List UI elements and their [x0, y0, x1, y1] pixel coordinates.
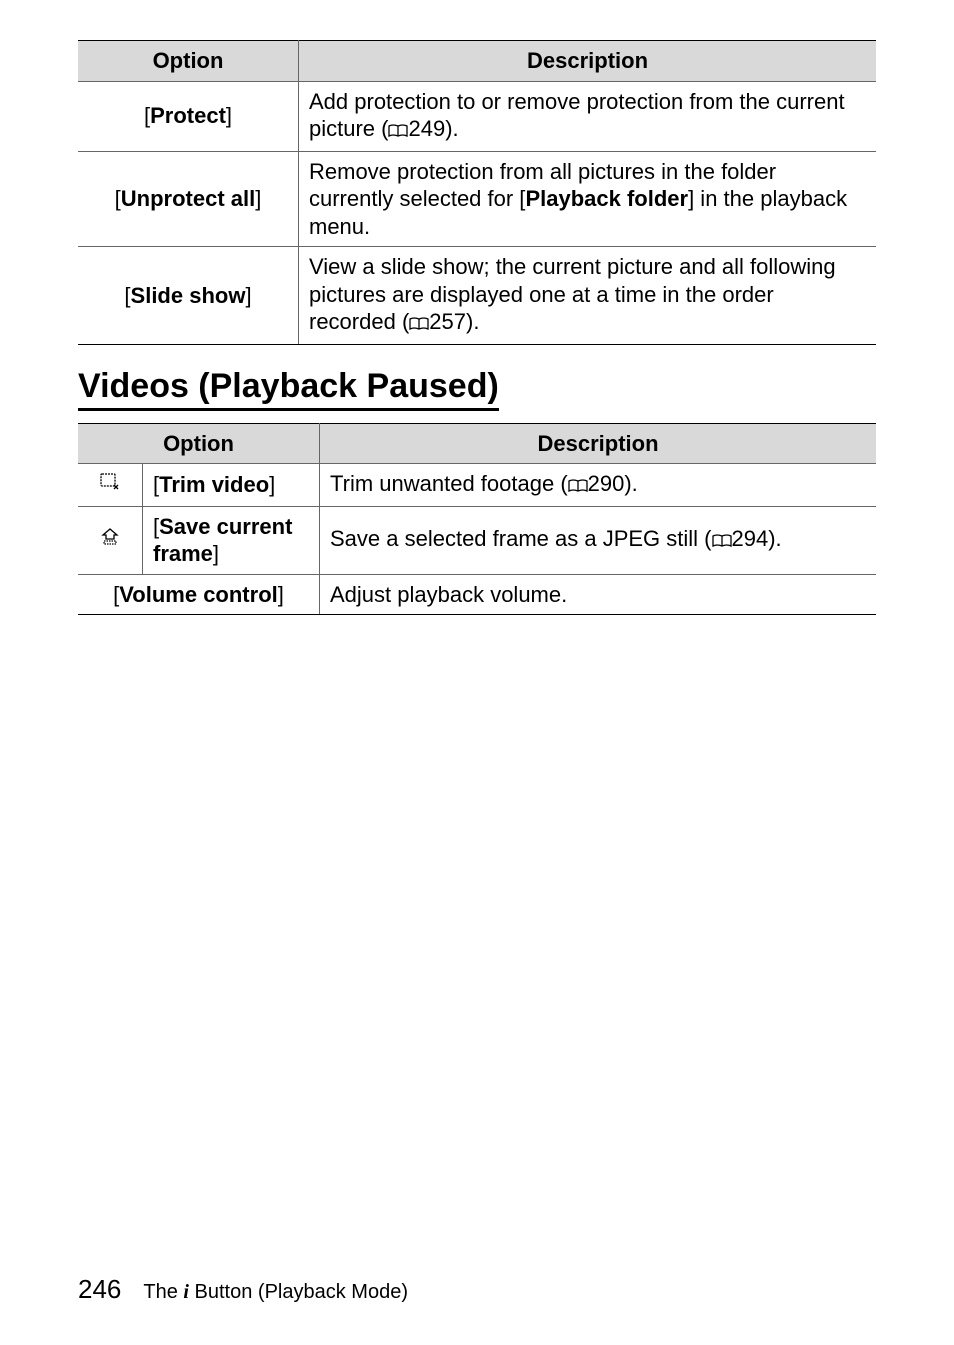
- options-table-1: Option Description [Protect] Add protect…: [78, 40, 876, 345]
- desc-text: Save a selected frame as a JPEG still (: [330, 526, 712, 551]
- header-option: Option: [78, 41, 299, 82]
- description-cell-slide-show: View a slide show; the current picture a…: [299, 247, 877, 345]
- table-header-row: Option Description: [78, 423, 876, 464]
- desc-page: 249).: [408, 116, 458, 141]
- table-row: [Slide show] View a slide show; the curr…: [78, 247, 876, 345]
- bracket-close: ]: [255, 186, 261, 211]
- header-description: Description: [299, 41, 877, 82]
- description-cell-protect: Add protection to or remove protection f…: [299, 81, 877, 151]
- description-cell-unprotect-all: Remove protection from all pictures in t…: [299, 151, 877, 247]
- bracket-close: ]: [245, 283, 251, 308]
- option-cell-volume-control: [Volume control]: [78, 574, 320, 615]
- book-icon: [712, 527, 732, 555]
- desc-page: 294).: [732, 526, 782, 551]
- table-row: [Volume control] Adjust playback volume.: [78, 574, 876, 615]
- book-icon: [409, 310, 429, 338]
- option-label: Protect: [150, 103, 226, 128]
- header-option: Option: [78, 423, 320, 464]
- icon-cell-trim: [78, 464, 143, 507]
- options-table-2: Option Description [Trim video] Trim unw…: [78, 423, 876, 616]
- header-description: Description: [320, 423, 877, 464]
- table-row: [Save current frame] Save a selected fra…: [78, 506, 876, 574]
- table-header-row: Option Description: [78, 41, 876, 82]
- option-label: Trim video: [159, 472, 269, 497]
- bracket-close: ]: [226, 103, 232, 128]
- icon-cell-frame: [78, 506, 143, 574]
- desc-page: 290).: [588, 471, 638, 496]
- description-cell-save-frame: Save a selected frame as a JPEG still ( 2…: [320, 506, 877, 574]
- desc-text: View a slide show; the current picture a…: [309, 254, 836, 334]
- bracket-close: ]: [213, 541, 219, 566]
- description-cell-volume: Adjust playback volume.: [320, 574, 877, 615]
- option-label: Save current frame: [153, 514, 292, 567]
- desc-text: Trim unwanted footage (: [330, 471, 568, 496]
- table-row: [Unprotect all] Remove protection from a…: [78, 151, 876, 247]
- chapter-prefix: The: [143, 1281, 183, 1303]
- option-label: Slide show: [131, 283, 246, 308]
- book-icon: [568, 472, 588, 500]
- bracket-close: ]: [278, 582, 284, 607]
- page-number: 246: [78, 1274, 121, 1305]
- save-frame-icon: [100, 530, 120, 552]
- description-cell-trim: Trim unwanted footage ( 290).: [320, 464, 877, 507]
- option-cell-trim-video: [Trim video]: [143, 464, 320, 507]
- page-container: Option Description [Protect] Add protect…: [0, 0, 954, 1345]
- table-row: [Protect] Add protection to or remove pr…: [78, 81, 876, 151]
- option-label: Volume control: [119, 582, 278, 607]
- option-cell-slide-show: [Slide show]: [78, 247, 299, 345]
- option-cell-protect: [Protect]: [78, 81, 299, 151]
- table-row: [Trim video] Trim unwanted footage ( 290)…: [78, 464, 876, 507]
- desc-bold-mid: Playback folder: [525, 186, 688, 211]
- option-cell-save-frame: [Save current frame]: [143, 506, 320, 574]
- trim-video-icon: [99, 473, 121, 495]
- option-cell-unprotect-all: [Unprotect all]: [78, 151, 299, 247]
- desc-text: Adjust playback volume.: [330, 582, 567, 607]
- section-heading-videos: Videos (Playback Paused): [78, 367, 499, 411]
- chapter-suffix: Button (Playback Mode): [189, 1281, 408, 1303]
- chapter-title: The i Button (Playback Mode): [143, 1281, 408, 1304]
- book-icon: [388, 117, 408, 145]
- option-label: Unprotect all: [121, 186, 255, 211]
- bracket-close: ]: [269, 472, 275, 497]
- desc-page: 257).: [429, 309, 479, 334]
- page-footer: 246 The i Button (Playback Mode): [78, 1274, 408, 1305]
